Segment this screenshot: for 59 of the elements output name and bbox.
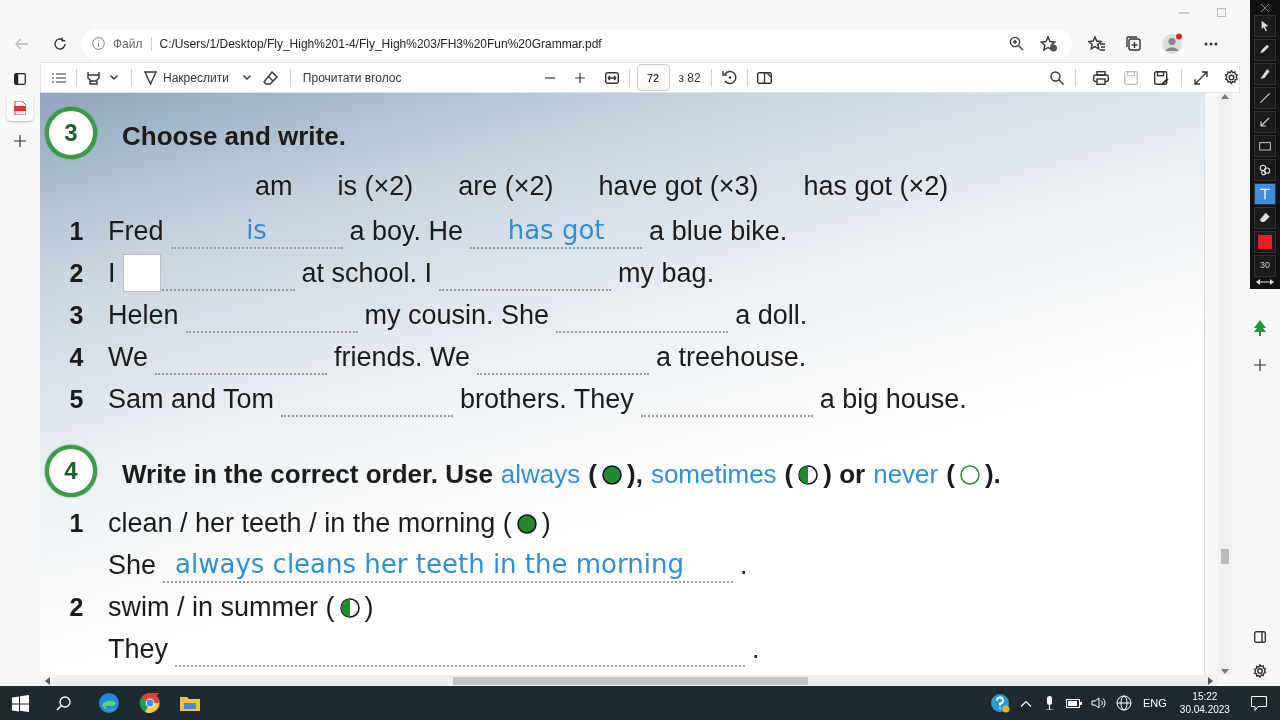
keyword-text: sometimes: [650, 458, 777, 491]
word-bank-item: has got (×2): [803, 170, 949, 203]
item-number: 2: [68, 591, 85, 623]
draw-label[interactable]: Накреслити: [163, 68, 229, 87]
item-text: a doll.: [735, 299, 808, 333]
item-text: Helen: [108, 299, 179, 333]
item-text: .: [752, 633, 760, 667]
subject-text: They: [108, 633, 169, 667]
word-bank-item: have got (×3): [598, 170, 759, 203]
exercise-title: ),: [627, 458, 643, 491]
item-text: swim / in summer (: [108, 591, 335, 625]
item-text: clean / her teeth / in the morning (: [108, 507, 512, 541]
exercise-title: Choose and write.: [122, 119, 346, 153]
item-text: at school. I: [301, 257, 433, 291]
item-number: 4: [68, 341, 85, 373]
keyword-text: never: [873, 458, 939, 491]
item-number: 1: [68, 215, 85, 247]
item-text: .: [740, 549, 748, 583]
url-text: C:/Users/1/Desktop/Fly_High%201-4/Fly_High%203/FH3%20Fun%20Grammar.pdf: [159, 35, 603, 53]
item-number: 3: [68, 299, 85, 331]
item-number: 1: [68, 507, 85, 539]
exercise-title: (: [784, 458, 794, 491]
word-bank-item: am: [255, 170, 293, 203]
page-total: з 82: [678, 69, 701, 87]
keyword-text: always: [500, 458, 581, 491]
exercise-title: (: [588, 458, 597, 491]
exercise-title: Write in the correct order. Use: [122, 458, 493, 491]
item-number: 2: [68, 257, 85, 289]
pen-size-button[interactable]: 30: [1254, 255, 1276, 277]
exercise-title: ) or: [823, 458, 866, 491]
item-text: a treehouse.: [656, 341, 807, 375]
item-text: ): [541, 507, 551, 541]
item-text: Fred: [108, 215, 164, 249]
item-text: a boy. He: [349, 215, 464, 249]
item-text: friends. We: [334, 341, 471, 375]
word-bank-item: is (×2): [337, 170, 414, 203]
item-text: ): [364, 591, 374, 625]
item-text: Sam and Tom: [108, 383, 275, 417]
language-indicator[interactable]: ENG: [1143, 694, 1167, 712]
item-text: a big house.: [819, 383, 967, 417]
page-number-field[interactable]: 72: [636, 64, 670, 91]
clock-date[interactable]: 30.04.2023: [1179, 703, 1230, 716]
exercise-number: 4: [45, 444, 97, 497]
item-text: a blue bike.: [649, 215, 788, 249]
exercise-title: (: [946, 458, 955, 491]
item-text: brothers. They: [460, 383, 634, 417]
clock-time[interactable]: 15:22: [1179, 690, 1230, 703]
answer-text: always cleans her teeth in the morning: [163, 548, 734, 583]
item-text: my cousin. She: [364, 299, 550, 333]
scheme-label: Файл: [113, 35, 143, 53]
item-text: We: [108, 341, 148, 375]
exercise-number: 3: [45, 107, 97, 159]
word-bank-item: are (×2): [458, 170, 554, 203]
item-text: my bag.: [618, 257, 715, 291]
item-number: 5: [68, 383, 85, 415]
item-text: I: [108, 257, 116, 291]
read-aloud-button[interactable]: Прочитати вголос: [302, 68, 402, 87]
subject-text: She: [108, 549, 157, 583]
exercise-title: ).: [984, 458, 1001, 491]
